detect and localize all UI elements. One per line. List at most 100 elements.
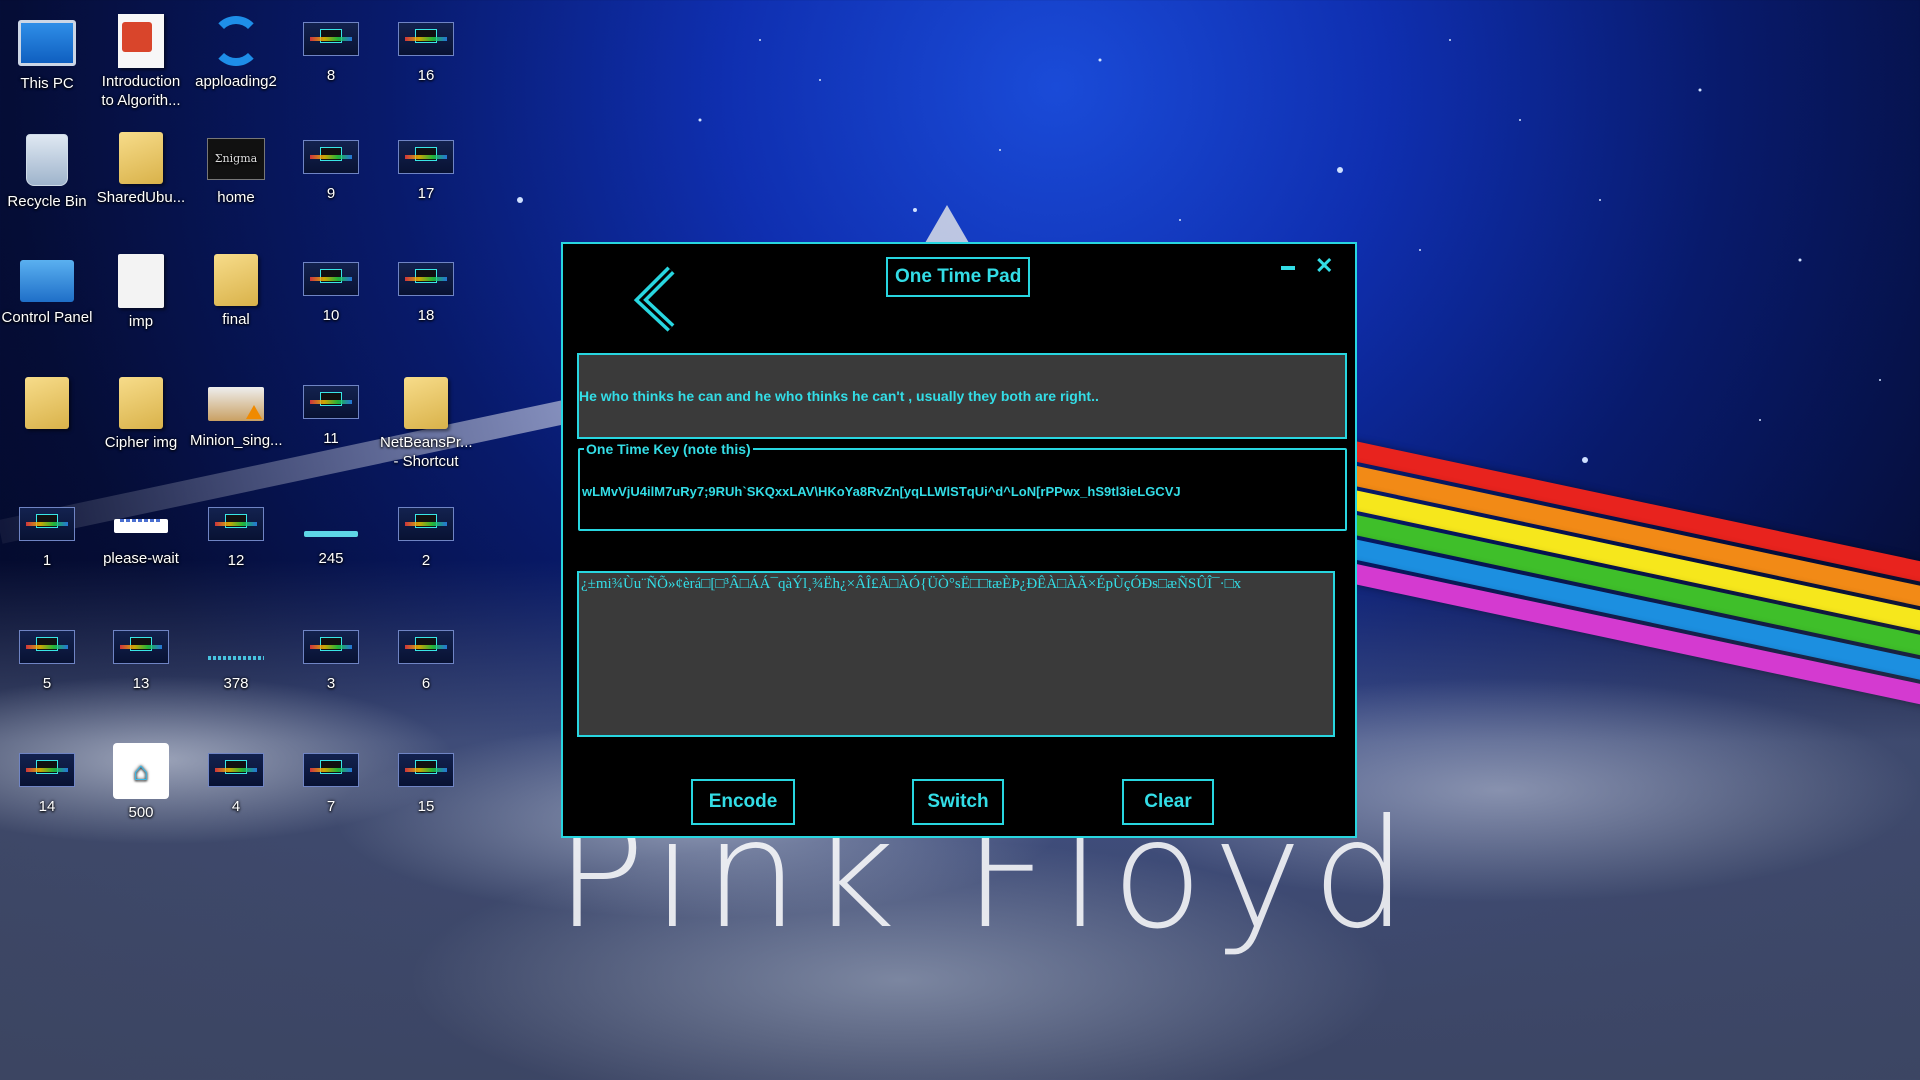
desktop-icon-label: 8 — [326, 67, 336, 84]
thumbnail-icon — [398, 630, 454, 664]
recycle-bin-icon — [26, 134, 68, 186]
desktop-icon-label: 11 — [323, 430, 339, 447]
desktop-icon[interactable]: Cipher img — [95, 375, 187, 452]
desktop-icon[interactable]: Introduction to Algorith... — [95, 12, 187, 110]
key-group: One Time Key (note this) wLMvVjU4ilM7uRy… — [578, 440, 1347, 531]
thumbnail-icon — [303, 630, 359, 664]
desktop-icon[interactable]: 2 — [380, 497, 472, 570]
desktop-icon[interactable]: 14 — [1, 743, 93, 816]
desktop-icon[interactable]: 9 — [285, 130, 377, 203]
thumbnail-icon — [19, 753, 75, 787]
desktop-icon[interactable]: ⌂ 500 — [95, 743, 187, 822]
desktop-icon-label: 7 — [326, 798, 336, 815]
folder-shortcut-icon — [404, 377, 448, 429]
desktop-icon[interactable]: 10 — [285, 252, 377, 325]
desktop-icon[interactable]: 17 — [380, 130, 472, 203]
thumbnail-icon — [398, 22, 454, 56]
thumbnail-icon — [303, 385, 359, 419]
control-panel-icon — [20, 260, 74, 302]
desktop-icon[interactable]: 8 — [285, 12, 377, 85]
window-title: One Time Pad — [886, 257, 1031, 297]
chevron-left-icon — [633, 266, 675, 332]
desktop-icon-label: apploading2 — [195, 73, 277, 90]
desktop-icon[interactable]: SharedUbu... — [95, 130, 187, 207]
desktop-icon-label: SharedUbu... — [96, 189, 186, 206]
thumbnail-icon — [398, 262, 454, 296]
desktop-icon[interactable]: 4 — [190, 743, 282, 816]
desktop-icon-label: 10 — [322, 307, 340, 324]
encode-button[interactable]: Encode — [691, 779, 795, 825]
desktop-icon[interactable]: 18 — [380, 252, 472, 325]
dotted-bar-image-icon — [208, 656, 264, 660]
desktop-icon[interactable]: final — [190, 252, 282, 329]
desktop-icon[interactable]: 3 — [285, 620, 377, 693]
thumbnail-icon — [398, 140, 454, 174]
desktop-icon-label: 9 — [326, 185, 336, 202]
desktop-icon-label: Cipher img — [104, 434, 178, 451]
desktop-icon[interactable]: Recycle Bin — [1, 130, 93, 211]
desktop-icon-label: 16 — [417, 67, 435, 84]
folder-icon — [25, 377, 69, 429]
desktop-icon-label: 12 — [227, 552, 245, 569]
desktop-icon-label: 6 — [421, 675, 431, 692]
desktop-icon-label: 15 — [417, 798, 435, 815]
switch-button[interactable]: Switch — [912, 779, 1004, 825]
key-field[interactable]: wLMvVjU4ilM7uRy7;9RUh`SKQxxLAV\HKoYa8RvZ… — [582, 484, 1181, 499]
desktop-icon[interactable] — [1, 375, 93, 433]
desktop-icon-label: 18 — [417, 307, 435, 324]
thumbnail-icon — [303, 753, 359, 787]
desktop-icon[interactable]: 5 — [1, 620, 93, 693]
app-image-icon: ⌂ — [113, 743, 169, 799]
desktop-icon[interactable]: imp — [95, 252, 187, 331]
desktop-icon[interactable]: Minion_sing... — [190, 375, 283, 450]
desktop-icon-label: 5 — [42, 675, 52, 692]
back-button[interactable] — [631, 264, 687, 334]
please-wait-icon — [114, 519, 168, 533]
desktop-icon-label: This PC — [20, 75, 74, 92]
desktop-icon[interactable]: 12 — [190, 497, 282, 570]
desktop-icon[interactable]: 6 — [380, 620, 472, 693]
ciphertext-output[interactable]: ¿±mi¾Ùu¨ÑÕ»¢èrá□[□³Â□ÁÁ¯qàÝl¸¾Ëh¿×ÂÎ£Å□À… — [577, 571, 1335, 737]
desktop-icon[interactable]: 7 — [285, 743, 377, 816]
prism-shape — [925, 205, 969, 243]
thumbnail-icon — [303, 22, 359, 56]
folder-icon — [119, 132, 163, 184]
plaintext-value: He who thinks he can and he who thinks h… — [579, 388, 1099, 404]
desktop-icon-label: 17 — [417, 185, 435, 202]
desktop-icon[interactable]: 15 — [380, 743, 472, 816]
desktop-icon-label: NetBeansPr... - Shortcut — [380, 434, 473, 470]
desktop-icon[interactable]: 16 — [380, 12, 472, 85]
thumbnail-icon — [19, 630, 75, 664]
thumbnail-icon — [398, 753, 454, 787]
minimize-button[interactable] — [1281, 266, 1295, 270]
clear-button[interactable]: Clear — [1122, 779, 1214, 825]
thumbnail-icon — [303, 140, 359, 174]
desktop-icon[interactable]: 245 — [285, 497, 377, 568]
desktop-icon[interactable]: NetBeansPr... - Shortcut — [380, 375, 473, 471]
desktop-icon-label: please-wait — [103, 550, 179, 567]
bar-image-icon — [304, 531, 358, 537]
document-icon — [118, 254, 164, 308]
desktop-icon-label: 14 — [38, 798, 56, 815]
desktop-icon[interactable]: 1 — [1, 497, 93, 570]
video-icon — [208, 387, 264, 421]
key-legend: One Time Key (note this) — [584, 440, 753, 458]
desktop-icon[interactable]: apploading2 — [190, 12, 282, 91]
desktop-icon-label: 378 — [223, 675, 249, 692]
desktop-icon-label: 500 — [128, 804, 154, 821]
desktop-icon[interactable]: Control Panel — [1, 252, 93, 327]
desktop-icon-label: Control Panel — [1, 309, 93, 326]
close-button[interactable]: ✕ — [1315, 254, 1333, 278]
desktop-icon[interactable]: Σnigma home — [190, 130, 282, 207]
desktop-icon-label: Introduction to Algorith... — [101, 73, 181, 109]
desktop-icon[interactable]: 13 — [95, 620, 187, 693]
desktop-icon-label: 2 — [421, 552, 431, 569]
pdf-icon — [118, 14, 164, 68]
plaintext-input[interactable]: He who thinks he can and he who thinks h… — [577, 353, 1347, 439]
desktop-icon-label: 1 — [42, 552, 52, 569]
desktop-icon[interactable]: 11 — [285, 375, 377, 448]
desktop-icon[interactable]: please-wait — [95, 497, 187, 568]
desktop-icon[interactable]: 378 — [190, 620, 282, 693]
folder-icon — [119, 377, 163, 429]
desktop-icon[interactable]: This PC — [1, 12, 93, 93]
